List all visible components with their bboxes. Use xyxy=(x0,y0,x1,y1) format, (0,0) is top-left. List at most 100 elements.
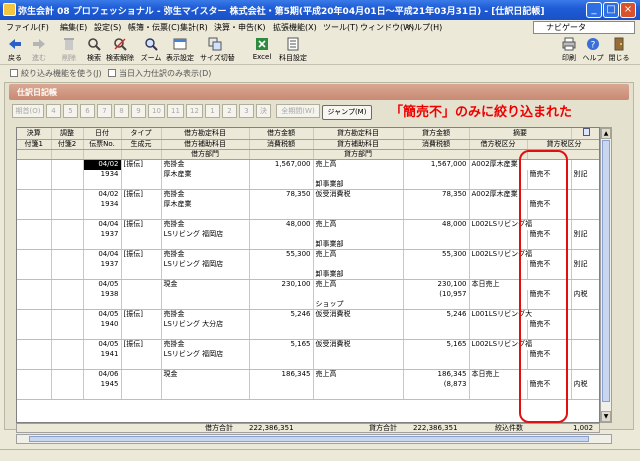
table-row[interactable]: 1934 厚木産業 簡売不 xyxy=(17,199,599,210)
hdr-closing: 決算 xyxy=(17,128,52,140)
back-arrow-icon xyxy=(9,39,21,49)
table-row[interactable]: 04/06 現金 186,345 売上高 186,345 本日売上 xyxy=(17,369,599,380)
menu-closing[interactable]: 決算・申告(K) xyxy=(214,22,266,33)
cell-dr-sub: LSリビング 福岡店 xyxy=(161,259,250,270)
cell-no: 1934 xyxy=(83,199,122,210)
cell-no: 1938 xyxy=(83,289,122,300)
period-7[interactable]: 7 xyxy=(97,104,112,118)
hdr-memo-icon-cell[interactable] xyxy=(571,128,599,140)
clear-search-button[interactable]: 検索解除 xyxy=(105,37,135,63)
minimize-button[interactable]: _ xyxy=(586,2,602,18)
cell-date: 04/05 xyxy=(83,279,122,290)
close-document-button[interactable]: 閉じる xyxy=(604,37,634,63)
excel-button[interactable]: Excel xyxy=(247,37,277,61)
zoom-label: ズーム xyxy=(140,54,162,62)
close-window-button[interactable]: × xyxy=(620,2,636,18)
period-all[interactable]: 全期間(W) xyxy=(276,104,320,118)
period-closing[interactable]: 決 xyxy=(256,104,271,118)
table-row[interactable]: 1940 LSリビング 大分店 簡売不 xyxy=(17,319,599,330)
hdr-tag2: 付箋2 xyxy=(51,139,84,150)
period-4[interactable]: 4 xyxy=(46,104,61,118)
table-row[interactable]: 04/05 [振伝] 売掛金 5,246 仮受消費税 5,246 L001LSリビング大 xyxy=(17,309,599,320)
cell-date: 04/04 xyxy=(83,219,122,230)
close-document-label: 閉じる xyxy=(608,54,630,62)
cell-date: 04/05 xyxy=(83,339,122,350)
excel-label: Excel xyxy=(252,53,272,61)
horizontal-scroll-thumb[interactable] xyxy=(29,436,589,442)
table-row[interactable]: 04/02 [振伝] 売掛金 78,350 仮受消費税 78,350 A002厚木産業 xyxy=(17,189,599,200)
menu-file[interactable]: ファイル(F) xyxy=(6,22,49,33)
period-2[interactable]: 2 xyxy=(222,104,237,118)
table-row[interactable]: 04/02 [振伝] 売掛金 1,567,000 売上高 1,567,000 A002厚木産… xyxy=(17,159,599,170)
table-row[interactable] xyxy=(17,329,599,340)
journal-grid[interactable]: 決算 調整 日付 タイプ 借方勘定科目 借方金額 貸方勘定科目 貸方金額 摘要 … xyxy=(16,127,600,423)
period-1[interactable]: 1 xyxy=(205,104,220,118)
vertical-scrollbar[interactable]: ▲ ▼ xyxy=(600,127,612,423)
table-row[interactable]: 1941 LSリビング 福岡店 簡売不 xyxy=(17,349,599,360)
period-6[interactable]: 6 xyxy=(80,104,95,118)
period-5[interactable]: 5 xyxy=(63,104,78,118)
cell-cr-tax xyxy=(403,229,470,240)
scroll-up-arrow-icon[interactable]: ▲ xyxy=(601,128,611,139)
navigator-button[interactable]: ナビゲータ xyxy=(533,21,635,34)
totals-row: 借方合計 222,386,351 貸方合計 222,386,351 絞込件数 1… xyxy=(16,423,600,433)
today-only-checkbox[interactable]: 当日入力仕訳のみ表示(D) xyxy=(108,68,211,79)
printer-icon xyxy=(562,37,576,51)
maximize-button[interactable]: □ xyxy=(603,2,619,18)
period-opening[interactable]: 期首(O) xyxy=(12,104,44,118)
period-8[interactable]: 8 xyxy=(114,104,129,118)
period-11[interactable]: 11 xyxy=(167,104,184,118)
vertical-scroll-thumb[interactable] xyxy=(602,140,610,402)
account-settings-icon xyxy=(287,37,299,51)
table-row[interactable]: 1938 (10,957 簡売不 内税 xyxy=(17,289,599,300)
header-row-1: 決算 調整 日付 タイプ 借方勘定科目 借方金額 貸方勘定科目 貸方金額 摘要 xyxy=(17,128,599,140)
horizontal-scrollbar[interactable] xyxy=(16,434,612,444)
menu-settings[interactable]: 設定(S) xyxy=(94,22,121,33)
table-row[interactable] xyxy=(17,389,599,400)
table-row[interactable]: 04/04 [振伝] 売掛金 55,300 売上高 55,300 L002LSリビング福 xyxy=(17,249,599,260)
table-row[interactable] xyxy=(17,209,599,220)
menu-edit[interactable]: 編集(E) xyxy=(60,22,87,33)
cell-date: 04/05 xyxy=(83,309,122,320)
display-settings-button[interactable]: 表示設定 xyxy=(165,37,195,63)
menu-tools[interactable]: ツール(T) xyxy=(323,22,358,33)
period-12[interactable]: 12 xyxy=(186,104,203,118)
header-row-2: 付箋1 付箋2 伝票No. 生成元 借方補助科目 消費税額 貸方補助科目 消費税… xyxy=(17,139,599,150)
hdr-tag1: 付箋1 xyxy=(17,139,52,150)
navigator-label: ナビゲータ xyxy=(546,23,586,32)
cell-cr-dept: ショップ xyxy=(313,299,404,310)
table-row[interactable]: 卸事業部 xyxy=(17,269,599,280)
table-row[interactable]: 1937 LSリビング 福岡店 簡売不 別記 xyxy=(17,229,599,240)
table-row[interactable]: 1937 LSリビング 福岡店 簡売不 別記 xyxy=(17,259,599,270)
menu-summary[interactable]: 集計(R) xyxy=(180,22,208,33)
clear-search-icon xyxy=(114,38,127,51)
table-row[interactable]: 04/05 [振伝] 売掛金 5,165 仮受消費税 5,165 L002LSリビング福 xyxy=(17,339,599,350)
cell-cr-amt: 78,350 xyxy=(403,189,470,200)
scroll-down-arrow-icon[interactable]: ▼ xyxy=(601,411,611,422)
period-9[interactable]: 9 xyxy=(131,104,146,118)
forward-button[interactable]: 進む xyxy=(24,37,54,63)
account-settings-button[interactable]: 科目設定 xyxy=(278,37,308,63)
cell-cr-mode: 内税 xyxy=(571,379,599,390)
table-row[interactable]: 1934 厚木産業 簡売不 別記 xyxy=(17,169,599,180)
menu-books[interactable]: 帳簿・伝票(C) xyxy=(128,22,180,33)
menu-extensions[interactable]: 拡張機能(X) xyxy=(273,22,317,33)
table-row[interactable]: 04/05 現金 230,100 売上高 230,100 本日売上 xyxy=(17,279,599,290)
hdr-debit-tax: 消費税額 xyxy=(249,139,314,150)
table-row[interactable]: 04/04 [振伝] 売掛金 48,000 売上高 48,000 L002LSリビング福 xyxy=(17,219,599,230)
menu-help[interactable]: ヘルプ(H) xyxy=(406,22,442,33)
table-row[interactable] xyxy=(17,359,599,370)
period-3[interactable]: 3 xyxy=(239,104,254,118)
period-10[interactable]: 10 xyxy=(148,104,165,118)
cell-cr-sub xyxy=(313,379,404,390)
size-switch-button[interactable]: サイズ切替 xyxy=(200,37,235,63)
table-row[interactable]: 1945 (8,873 簡売不 内税 xyxy=(17,379,599,390)
use-filter-checkbox[interactable]: 絞り込み機能を使う(J) xyxy=(10,68,102,79)
table-row[interactable]: 卸事業部 xyxy=(17,239,599,250)
cell-cr: 仮受消費税 xyxy=(313,339,404,350)
zoom-button[interactable]: ズーム xyxy=(136,37,166,63)
jump-button[interactable]: ジャンプ(M) xyxy=(322,105,372,120)
hdr-credit-amount: 貸方金額 xyxy=(403,128,470,140)
table-row[interactable]: 卸事業部 xyxy=(17,179,599,190)
table-row[interactable]: ショップ xyxy=(17,299,599,310)
